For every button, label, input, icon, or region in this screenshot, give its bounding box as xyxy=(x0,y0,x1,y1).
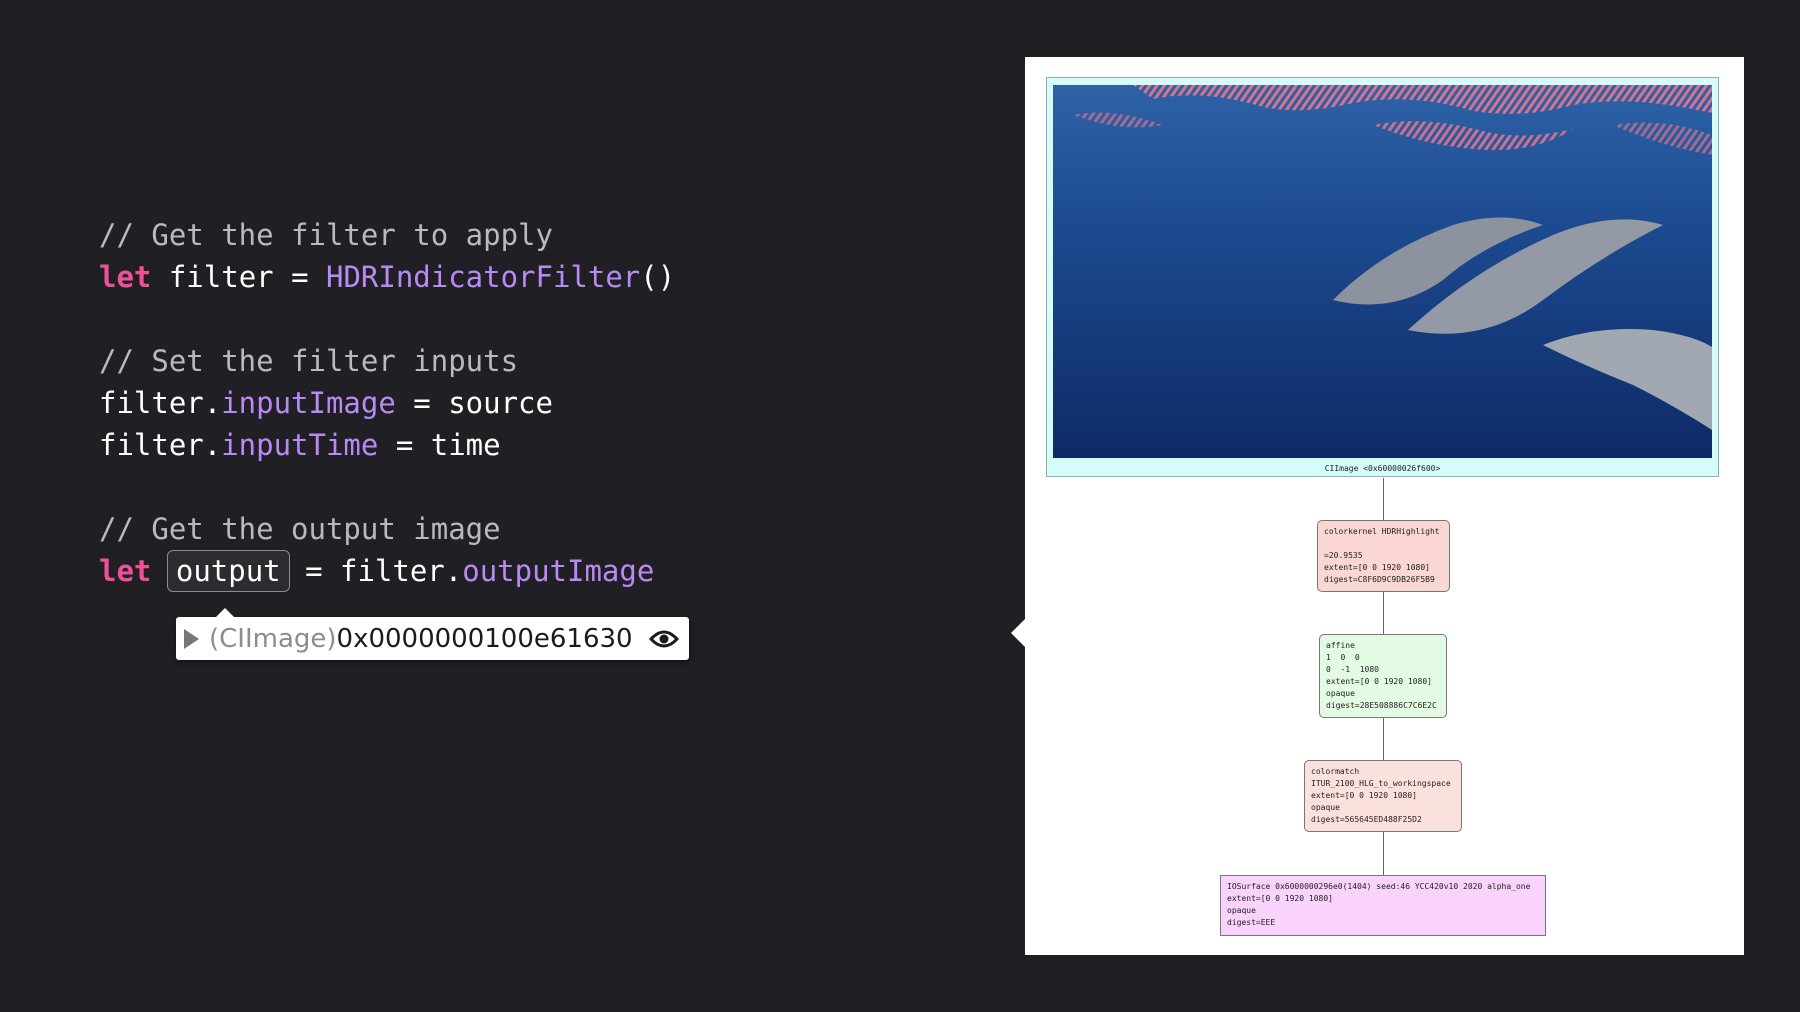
keyword-let: let xyxy=(99,554,152,588)
variable-type: (CIImage) xyxy=(209,623,337,654)
code-comment: // Set the filter inputs xyxy=(99,344,519,378)
code-line-3: // Set the filter inputs xyxy=(99,340,675,382)
graph-edge xyxy=(1383,832,1384,875)
type-name: HDRIndicatorFilter xyxy=(326,260,641,294)
quicklook-panel: CIImage <0x60000026f600> colorkernel HDR… xyxy=(1011,57,1744,955)
keyword-let: let xyxy=(99,260,152,294)
code-text: filter = xyxy=(151,260,326,294)
iosurface-node: IOSurface 0x6000000296e0(1404) seed:46 Y… xyxy=(1220,875,1546,936)
code-line-1: // Get the filter to apply xyxy=(99,214,675,256)
property-name: outputImage xyxy=(462,554,655,588)
graph-edge xyxy=(1383,592,1384,634)
property-name: inputTime xyxy=(221,428,379,462)
code-editor: // Get the filter to apply let filter = … xyxy=(99,214,675,592)
affine-node: affine 1 0 0 0 -1 1080 extent=[0 0 1920 … xyxy=(1319,634,1447,718)
graph-edge xyxy=(1383,478,1384,520)
code-line-2: let filter = HDRIndicatorFilter() xyxy=(99,256,675,298)
dolphin-photo xyxy=(1053,85,1712,458)
code-text: = filter. xyxy=(287,554,463,588)
variable-address: 0x0000000100e61630 xyxy=(336,623,633,654)
code-text: () xyxy=(640,260,676,294)
code-text: = source xyxy=(395,386,553,420)
code-comment: // Get the output image xyxy=(99,512,501,546)
variable-inspector-popover: (CIImage) 0x0000000100e61630 xyxy=(176,608,689,660)
colorkernel-node: colorkernel HDRHighlight =20.9535 extent… xyxy=(1317,520,1450,592)
code-text: filter. xyxy=(99,428,222,462)
code-line-4: filter.inputImage = source xyxy=(99,382,675,424)
code-line-7: let output = filter.outputImage xyxy=(99,550,675,592)
graph-edge xyxy=(1383,718,1384,760)
ciimage-node: CIImage <0x60000026f600> xyxy=(1046,77,1719,477)
code-line-5: filter.inputTime = time xyxy=(99,424,675,466)
code-text: filter. xyxy=(99,386,222,420)
ciimage-caption: CIImage <0x60000026f600> xyxy=(1324,464,1441,473)
disclosure-triangle-icon[interactable] xyxy=(184,628,199,649)
eye-icon[interactable] xyxy=(649,628,679,650)
output-variable-token[interactable]: output xyxy=(166,550,290,592)
colormatch-node: colormatch ITUR_2100_HLG_to_workingspace… xyxy=(1304,760,1462,832)
code-text: = time xyxy=(378,428,501,462)
code-line-6: // Get the output image xyxy=(99,508,675,550)
code-comment: // Get the filter to apply xyxy=(99,218,553,252)
property-name: inputImage xyxy=(221,386,396,420)
